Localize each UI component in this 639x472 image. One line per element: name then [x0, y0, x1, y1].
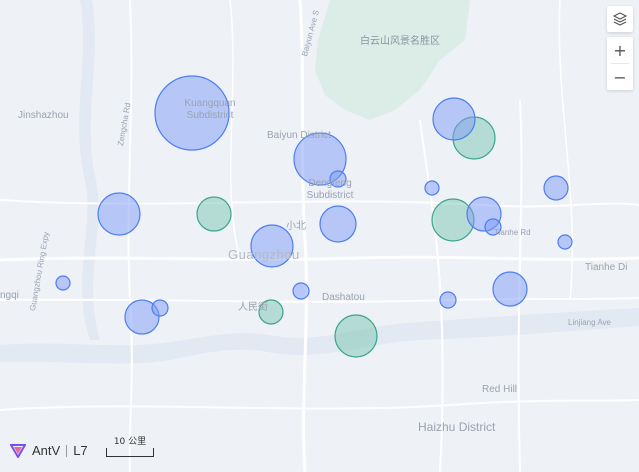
label-tianhe-district: Tianhe Di	[585, 262, 628, 273]
layers-icon[interactable]	[607, 6, 633, 32]
zoom-control: + −	[607, 37, 633, 90]
bubble-blue[interactable]	[151, 299, 169, 317]
zoom-in-button[interactable]: +	[607, 37, 633, 63]
label-kuangquan: Kuangquan Subdistrict	[184, 98, 236, 121]
brand-divider	[66, 444, 68, 457]
label-baiyun-district: Baiyun District	[267, 130, 331, 141]
bubble-blue[interactable]	[432, 97, 476, 141]
label-dengfeng: Dengfeng Subdistrict	[306, 178, 354, 201]
bubble-blue[interactable]	[439, 291, 457, 309]
bubble-blue[interactable]	[492, 271, 528, 307]
label-guangzhou: Guangzhou	[228, 247, 300, 262]
label-xiaobei: 小北	[286, 221, 306, 232]
label-tianhe-rd: Tianhe Rd	[494, 228, 531, 237]
scale-bar: 10 公里	[106, 438, 154, 457]
scale-label: 10 公里	[113, 437, 147, 447]
bubble-blue[interactable]	[55, 275, 71, 291]
brand-logo[interactable]: AntV L7	[10, 443, 88, 458]
map-canvas[interactable]	[0, 0, 639, 472]
antv-logo-icon	[10, 443, 26, 458]
label-ngqi: ngqi	[0, 290, 19, 301]
bubble-layer[interactable]	[55, 75, 573, 358]
bubble-blue[interactable]	[557, 234, 573, 250]
west-river	[79, 0, 100, 340]
label-red-hill: Red Hill	[482, 384, 518, 395]
brand-name: AntV	[32, 443, 61, 458]
label-jinshazhou: Jinshazhou	[18, 110, 69, 121]
bubble-green[interactable]	[334, 314, 378, 358]
zoom-out-button[interactable]: −	[607, 64, 633, 90]
label-dashatou: Dashatou	[322, 292, 365, 303]
bubble-green[interactable]	[196, 196, 232, 232]
bubble-blue[interactable]	[424, 180, 440, 196]
bubble-blue[interactable]	[292, 282, 310, 300]
label-linjiang: Linjiang Ave	[568, 318, 611, 327]
label-baiyun-scenic: 白云山风景名胜区	[360, 36, 440, 47]
bubble-blue[interactable]	[543, 175, 569, 201]
bubble-blue[interactable]	[97, 192, 141, 236]
label-renmin: 人民街	[238, 302, 268, 313]
product-name: L7	[73, 443, 88, 458]
label-haizhu: Haizhu District	[418, 420, 496, 434]
bubble-blue[interactable]	[319, 205, 357, 243]
layer-switcher[interactable]	[607, 6, 633, 32]
